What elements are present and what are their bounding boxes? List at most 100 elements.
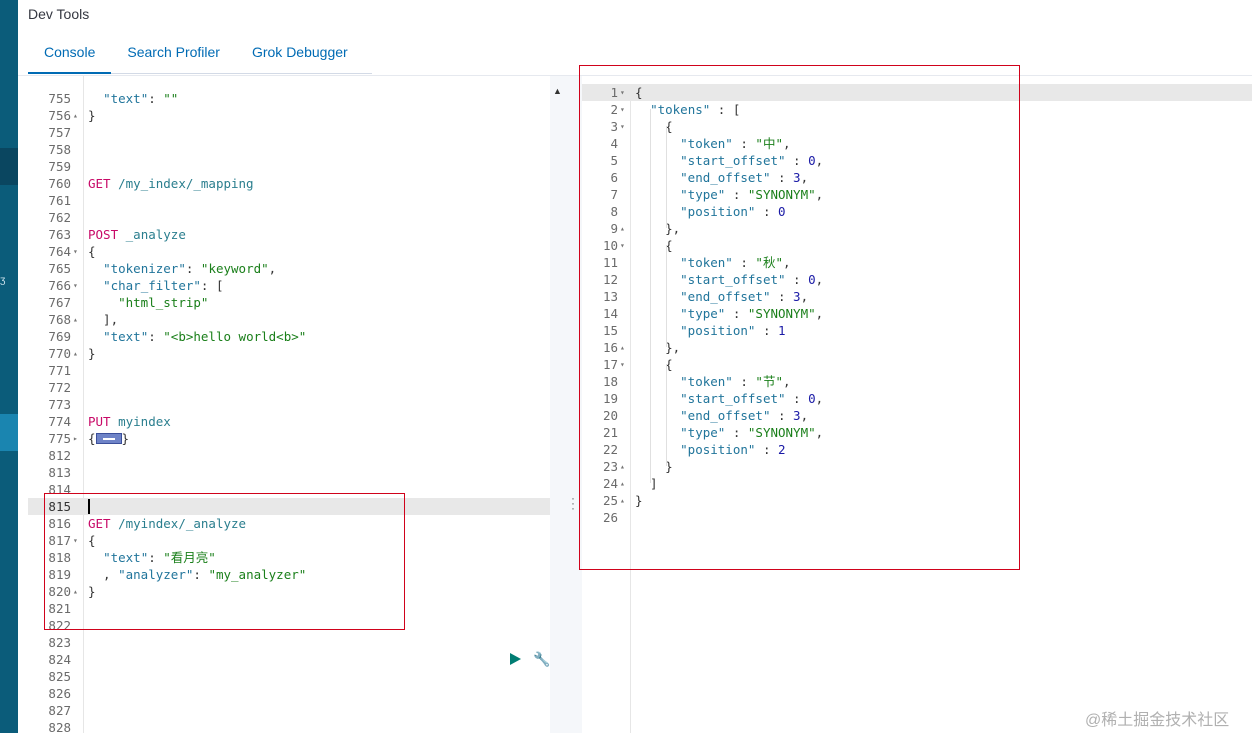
line-number: 764 <box>48 244 71 259</box>
line-number: 767 <box>48 295 71 310</box>
line-number: 765 <box>48 261 71 276</box>
line-number: 763 <box>48 227 71 242</box>
tab-grok-debugger[interactable]: Grok Debugger <box>236 36 364 74</box>
fold-toggle-icon[interactable]: ▸ <box>73 430 81 447</box>
code-line[interactable]: 758 <box>28 141 550 158</box>
play-icon[interactable] <box>510 653 521 665</box>
code-line[interactable]: 769 "text": "<b>hello world<b>" <box>28 328 550 345</box>
code-line[interactable]: 760 GET /my_index/_mapping <box>28 175 550 192</box>
tab-console[interactable]: Console <box>28 36 112 74</box>
code-line[interactable]: 765 "tokenizer": "keyword", <box>28 260 550 277</box>
fold-toggle-icon[interactable]: ▴ <box>73 345 81 362</box>
code-token: "text" <box>103 91 149 106</box>
code-token: } <box>88 346 96 361</box>
code-token: : <box>148 91 164 106</box>
code-line[interactable]: 764 ▾ { <box>28 243 550 260</box>
annotation-box-response <box>579 65 1020 570</box>
code-token: { <box>88 244 96 259</box>
code-text[interactable]: GET /my_index/_mapping <box>88 175 254 192</box>
code-text[interactable]: "text": "" <box>88 90 178 107</box>
code-line[interactable]: 824 <box>28 651 550 668</box>
line-number: 758 <box>48 142 71 157</box>
line-number: 825 <box>48 669 71 684</box>
code-line[interactable]: 773 <box>28 396 550 413</box>
watermark: @稀土掘金技术社区 <box>1085 712 1230 729</box>
code-line[interactable]: 768 ▴ ], <box>28 311 550 328</box>
code-line[interactable]: 759 <box>28 158 550 175</box>
code-text[interactable]: PUT myindex <box>88 413 171 430</box>
code-line[interactable]: 774 PUT myindex <box>28 413 550 430</box>
line-number: 761 <box>48 193 71 208</box>
code-line[interactable]: 766 ▾ "char_filter": [ <box>28 277 550 294</box>
line-number: 759 <box>48 159 71 174</box>
code-token: ], <box>88 312 119 327</box>
code-token: : <box>185 261 201 276</box>
code-line[interactable]: 771 <box>28 362 550 379</box>
fold-toggle-icon[interactable]: ▾ <box>73 243 81 260</box>
code-text[interactable]: {} <box>88 430 129 447</box>
request-editor[interactable]: 755 "text": "" 756 ▴} 757 758 759 760 GET /my_i… <box>28 76 550 733</box>
code-line[interactable]: 762 <box>28 209 550 226</box>
tab-search-profiler[interactable]: Search Profiler <box>111 36 236 74</box>
code-token: { <box>88 431 96 446</box>
code-text[interactable]: POST _analyze <box>88 226 186 243</box>
wrench-icon[interactable]: 🔧 <box>533 651 550 668</box>
code-line[interactable]: 812 <box>28 447 550 464</box>
code-line[interactable]: 772 <box>28 379 550 396</box>
panel-splitter[interactable] <box>550 76 582 733</box>
code-line[interactable]: 825 <box>28 668 550 685</box>
code-token: PUT <box>88 414 111 429</box>
line-number: 756 <box>48 108 71 123</box>
nav-item[interactable] <box>0 148 18 185</box>
code-text[interactable]: "char_filter": [ <box>88 277 223 294</box>
code-token: } <box>88 108 96 123</box>
code-line[interactable]: 755 "text": "" <box>28 90 550 107</box>
code-text[interactable]: } <box>88 345 96 362</box>
code-token: "html_strip" <box>118 295 209 310</box>
collapsed-block-icon[interactable] <box>95 433 122 444</box>
code-line[interactable]: 761 <box>28 192 550 209</box>
code-line[interactable]: 826 <box>28 685 550 702</box>
fold-toggle-icon[interactable]: ▴ <box>73 311 81 328</box>
tab-bar: Console Search Profiler Grok Debugger <box>28 36 372 74</box>
code-line[interactable]: 827 <box>28 702 550 719</box>
line-number: 828 <box>48 720 71 733</box>
code-line[interactable]: 828 <box>28 719 550 733</box>
code-line[interactable]: 757 <box>28 124 550 141</box>
code-text[interactable]: } <box>88 107 96 124</box>
side-navigation: ʒ <box>0 0 18 733</box>
code-text[interactable]: { <box>88 243 96 260</box>
code-line[interactable]: 770 ▴} <box>28 345 550 362</box>
line-number: 762 <box>48 210 71 225</box>
code-line[interactable]: 775 ▸ {} <box>28 430 550 447</box>
nav-item-active[interactable] <box>0 414 18 451</box>
line-number: 766 <box>48 278 71 293</box>
code-token: myindex <box>118 414 171 429</box>
code-line[interactable]: 756 ▴} <box>28 107 550 124</box>
line-number: 770 <box>48 346 71 361</box>
code-line[interactable]: 767 "html_strip" <box>28 294 550 311</box>
fold-toggle-icon[interactable]: ▾ <box>73 277 81 294</box>
app-title: Dev Tools <box>28 6 90 22</box>
line-number: 812 <box>48 448 71 463</box>
code-text[interactable]: "tokenizer": "keyword", <box>88 260 276 277</box>
fold-toggle-icon[interactable]: ▴ <box>73 107 81 124</box>
code-text[interactable]: ], <box>88 311 118 328</box>
code-token: POST <box>88 227 119 242</box>
nav-glyph: ʒ <box>0 275 6 286</box>
vertical-dots-icon[interactable]: · · · <box>571 492 575 514</box>
code-token: GET <box>88 176 111 191</box>
code-line[interactable]: 823 <box>28 634 550 651</box>
caret-up-icon[interactable]: ▲ <box>553 86 562 96</box>
code-line[interactable]: 813 <box>28 464 550 481</box>
code-text[interactable]: "text": "<b>hello world<b>" <box>88 328 306 345</box>
code-line[interactable]: 763 POST _analyze <box>28 226 550 243</box>
line-number: 773 <box>48 397 71 412</box>
line-number: 755 <box>48 91 71 106</box>
code-text[interactable]: "html_strip" <box>88 294 208 311</box>
